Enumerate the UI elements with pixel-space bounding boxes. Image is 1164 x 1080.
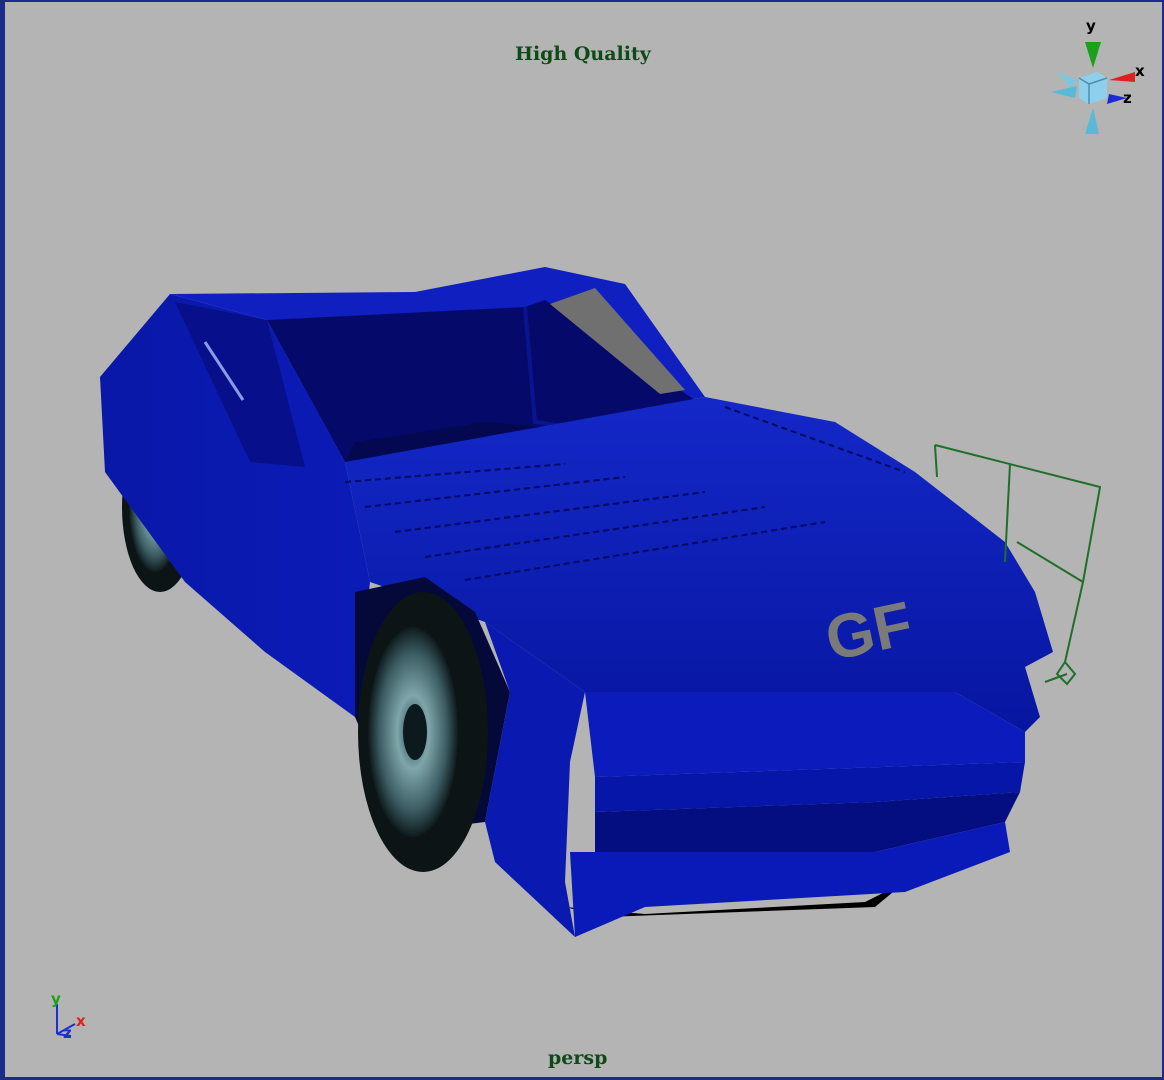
car-front-bumper — [585, 692, 1025, 777]
perspective-viewport[interactable]: High Quality GF y x z y x z persp — [0, 0, 1164, 1080]
car-model-render[interactable]: GF — [5, 2, 1164, 1080]
camera-name-label: persp — [548, 1047, 608, 1069]
front-wheel — [358, 592, 488, 872]
